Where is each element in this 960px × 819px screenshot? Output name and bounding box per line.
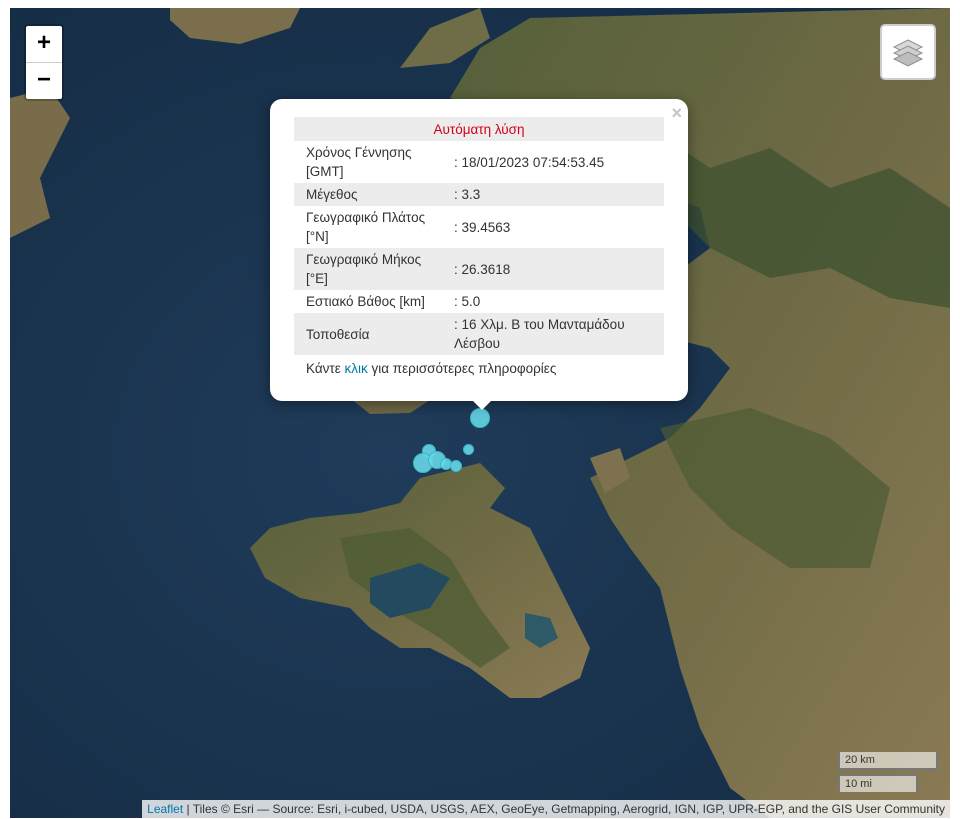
location-value: : 16 Χλμ. Β του Μανταμάδου Λέσβου [448,313,664,355]
magnitude-value: : 3.3 [448,183,664,206]
zoom-control: + − [24,24,64,101]
popup-tip [471,399,493,410]
more-info-link[interactable]: κλικ [345,361,368,376]
depth-label: Εστιακό Βάθος [km] [306,294,425,309]
location-label: Τοποθεσία [294,313,448,355]
magnitude-label: Μέγεθος [294,183,448,206]
latitude-value: : 39.4563 [454,219,511,235]
earthquake-details-table: Αυτόματη λύση Χρόνος Γέννησης [GMT] : 18/… [294,117,664,355]
scale-imperial: 10 mi [838,774,918,792]
solution-type-header: Αυτόματη λύση [294,117,664,141]
origin-time-value: : 18/01/2023 07:54:53.45 [454,154,605,170]
longitude-label: Γεωγραφικό Μήκος [°E] [294,248,448,290]
scale-bar-imperial: 10 mi [838,774,918,792]
more-info-text: Κάντε κλικ για περισσότερες πληροφορίες [306,361,557,376]
earthquake-popup: × Αυτόματη λύση Χρόνος Γέννησης [GMT] : 1… [270,99,688,401]
earthquake-marker-selected[interactable] [470,408,490,428]
leaflet-link[interactable]: Leaflet [147,802,183,816]
attribution-text: | Tiles © Esri — Source: Esri, i-cubed, … [183,802,945,816]
depth-value: : 5.0 [454,294,481,309]
earthquake-marker[interactable] [450,460,462,472]
longitude-value: : 26.3618 [448,248,664,290]
close-icon[interactable]: × [671,103,682,124]
attribution: Leaflet | Tiles © Esri — Source: Esri, i… [142,800,950,818]
scale-metric: 20 km [838,752,938,770]
zoom-out-button[interactable]: − [26,63,62,99]
zoom-in-button[interactable]: + [26,26,62,63]
origin-time-label: Χρόνος Γέννησης [GMT] [306,145,412,179]
scale-bar: 20 km [838,752,938,770]
layers-icon [892,39,924,67]
earthquake-marker[interactable] [463,444,474,455]
map-view[interactable]: + − × Αυτόματη λύση Χρόνος Γέννησης [GMT… [10,8,950,818]
layers-button[interactable] [880,24,936,80]
latitude-label: Γεωγραφικό Πλάτος [°N] [306,210,426,244]
